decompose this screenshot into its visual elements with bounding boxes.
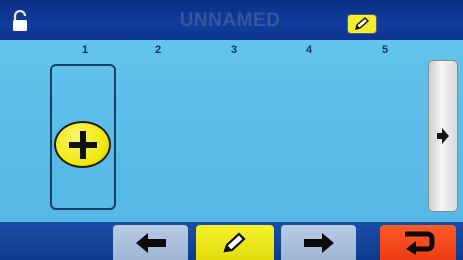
- column-number: 5: [381, 44, 389, 56]
- column-number: 1: [81, 44, 89, 56]
- program-title: UNNAMED: [179, 10, 281, 31]
- arrow-right-icon: [303, 232, 334, 253]
- scroll-right-button[interactable]: [429, 61, 457, 211]
- pencil-icon: [223, 231, 246, 252]
- return-icon: [405, 231, 435, 255]
- next-button[interactable]: [281, 225, 356, 260]
- add-step-button[interactable]: [54, 121, 111, 168]
- rename-button[interactable]: [347, 14, 377, 34]
- top-bar: UNNAMED: [0, 0, 463, 40]
- plus-icon: [69, 131, 97, 159]
- lock-icon[interactable]: [12, 10, 28, 32]
- arrow-left-icon: [135, 232, 166, 253]
- column-number: 4: [305, 44, 313, 56]
- pencil-icon: [355, 17, 370, 30]
- return-button[interactable]: [380, 225, 456, 260]
- edit-button[interactable]: [196, 225, 274, 260]
- column-number: 2: [154, 44, 162, 56]
- previous-button[interactable]: [113, 225, 188, 260]
- column-number: 3: [230, 44, 238, 56]
- arrow-right-icon: [437, 128, 449, 144]
